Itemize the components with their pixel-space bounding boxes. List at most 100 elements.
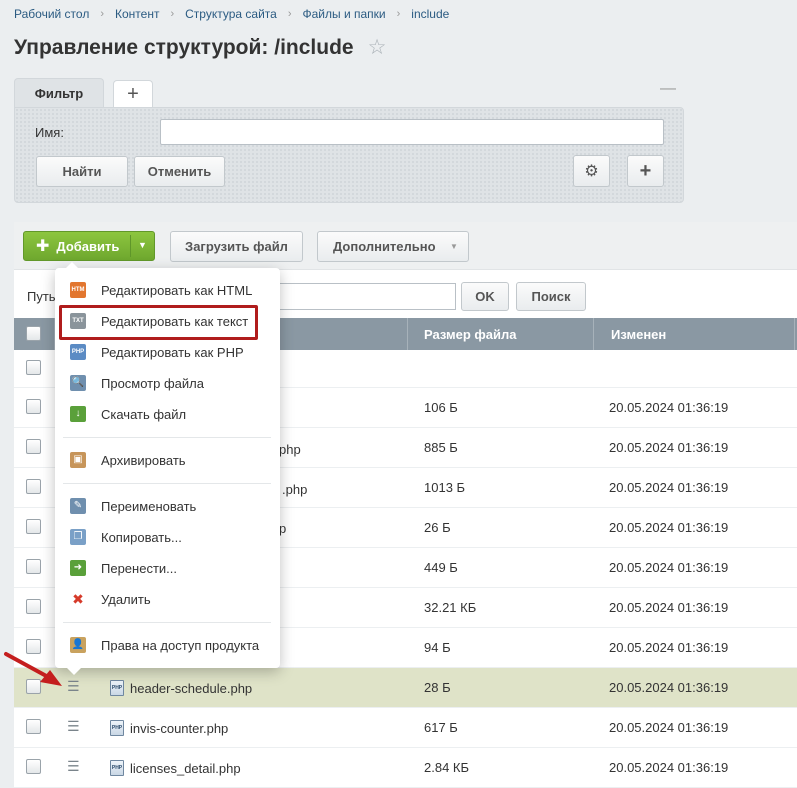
- php-file-icon: PHP: [70, 344, 86, 360]
- hamburger-menu-icon[interactable]: ☰: [67, 758, 80, 775]
- breadcrumb: Рабочий стол › Контент › Структура сайта…: [14, 7, 449, 21]
- breadcrumb-item-site-structure[interactable]: Структура сайта: [185, 7, 277, 21]
- breadcrumb-item-desktop[interactable]: Рабочий стол: [14, 7, 89, 21]
- file-size: 617 Б: [424, 720, 458, 735]
- star-icon[interactable]: ☆: [368, 35, 387, 60]
- select-all-checkbox[interactable]: [26, 326, 41, 341]
- menu-item-label: Скачать файл: [101, 406, 187, 422]
- file-name[interactable]: .php: [282, 482, 307, 497]
- path-input[interactable]: [268, 283, 456, 310]
- add-field-icon[interactable]: +: [627, 155, 664, 187]
- menu-item-label: Редактировать как HTML: [101, 282, 253, 298]
- file-name[interactable]: header-schedule.php: [130, 681, 252, 696]
- menu-divider: [63, 483, 271, 484]
- column-size[interactable]: Размер файла: [424, 318, 517, 350]
- file-size: 26 Б: [424, 520, 451, 535]
- breadcrumb-separator-icon: ›: [170, 8, 175, 20]
- add-button-label: Добавить: [56, 238, 120, 254]
- search-button[interactable]: Поиск: [516, 282, 586, 311]
- menu-item-access-rights[interactable]: 👤 Права на доступ продукта: [55, 632, 280, 658]
- file-date: 20.05.2024 01:36:19: [609, 720, 729, 735]
- chevron-down-icon[interactable]: ▼: [138, 240, 147, 250]
- row-checkbox[interactable]: [26, 599, 41, 614]
- menu-item-edit-php[interactable]: PHP Редактировать как PHP: [55, 339, 280, 365]
- php-file-icon: PHP: [110, 760, 124, 776]
- row-checkbox[interactable]: [26, 439, 41, 454]
- row-checkbox[interactable]: [26, 399, 41, 414]
- menu-item-copy[interactable]: ❐ Копировать...: [55, 524, 280, 550]
- menu-item-archive[interactable]: ▣ Архивировать: [55, 447, 280, 473]
- file-date: 20.05.2024 01:36:19: [609, 400, 729, 415]
- copy-icon: ❐: [70, 529, 86, 545]
- file-name[interactable]: php: [279, 442, 301, 457]
- file-name[interactable]: licenses_detail.php: [130, 761, 241, 776]
- file-name[interactable]: p: [279, 521, 286, 536]
- menu-item-rename[interactable]: ✎ Переименовать: [55, 493, 280, 519]
- minimize-icon[interactable]: —: [660, 80, 676, 98]
- more-button[interactable]: Дополнительно ▼: [317, 231, 469, 262]
- file-date: 20.05.2024 01:36:19: [609, 560, 729, 575]
- column-separator: [794, 318, 795, 350]
- row-checkbox[interactable]: [26, 719, 41, 734]
- add-filter-tab-icon[interactable]: +: [113, 80, 153, 108]
- breadcrumb-item-files[interactable]: Файлы и папки: [302, 7, 385, 21]
- gear-icon[interactable]: ⚙: [573, 155, 610, 187]
- path-label: Путь: [27, 289, 56, 304]
- name-filter-input[interactable]: [160, 119, 664, 145]
- tab-filter[interactable]: Фильтр: [14, 78, 104, 108]
- delete-icon: ✖: [72, 591, 84, 607]
- find-button[interactable]: Найти: [36, 156, 128, 187]
- row-checkbox[interactable]: [26, 479, 41, 494]
- row-checkbox[interactable]: [26, 360, 41, 375]
- file-size: 449 Б: [424, 560, 458, 575]
- split-divider: [130, 235, 131, 257]
- menu-item-label: Копировать...: [101, 529, 182, 545]
- breadcrumb-separator-icon: ›: [396, 8, 401, 20]
- table-row[interactable]: ☰ PHP invis-counter.php 617 Б 20.05.2024…: [14, 708, 797, 748]
- breadcrumb-item-include[interactable]: include: [411, 7, 449, 21]
- add-button[interactable]: ✚ Добавить ▼: [23, 231, 155, 261]
- column-modified[interactable]: Изменен: [611, 318, 666, 350]
- row-checkbox[interactable]: [26, 559, 41, 574]
- filter-tabs: Фильтр +: [14, 78, 153, 108]
- breadcrumb-item-content[interactable]: Контент: [115, 7, 159, 21]
- menu-item-edit-html[interactable]: HTM Редактировать как HTML: [55, 277, 280, 303]
- file-size: 32.21 КБ: [424, 600, 477, 615]
- file-date: 20.05.2024 01:36:19: [609, 680, 729, 695]
- menu-item-view-file[interactable]: 🔍 Просмотр файла: [55, 370, 280, 396]
- plus-icon: ✚: [36, 238, 50, 255]
- table-row[interactable]: ☰ PHP licenses_detail.php 2.84 КБ 20.05.…: [14, 748, 797, 788]
- file-size: 2.84 КБ: [424, 760, 470, 775]
- file-size: 1013 Б: [424, 480, 466, 495]
- menu-item-download[interactable]: ↓ Скачать файл: [55, 401, 280, 427]
- php-file-icon: PHP: [110, 720, 124, 736]
- more-button-label: Дополнительно: [333, 239, 436, 254]
- cancel-button[interactable]: Отменить: [134, 156, 225, 187]
- annotation-arrow-icon: [4, 652, 62, 686]
- row-checkbox[interactable]: [26, 519, 41, 534]
- menu-item-label: Редактировать как PHP: [101, 344, 244, 360]
- menu-item-label: Удалить: [101, 591, 151, 607]
- file-size: 106 Б: [424, 400, 458, 415]
- ok-button[interactable]: OK: [461, 282, 509, 311]
- filter-panel: Имя: Найти Отменить ⚙ +: [14, 107, 684, 203]
- menu-item-delete[interactable]: ✖ Удалить: [55, 586, 280, 612]
- file-date: 20.05.2024 01:36:19: [609, 600, 729, 615]
- file-size: 94 Б: [424, 640, 451, 655]
- upload-file-button[interactable]: Загрузить файл: [170, 231, 303, 262]
- column-separator: [593, 318, 594, 350]
- hamburger-menu-icon[interactable]: ☰: [67, 718, 80, 735]
- annotation-highlight-box: [59, 305, 258, 340]
- archive-icon: ▣: [70, 452, 86, 468]
- file-name[interactable]: invis-counter.php: [130, 721, 228, 736]
- file-date: 20.05.2024 01:36:19: [609, 440, 729, 455]
- menu-item-move[interactable]: ➜ Перенести...: [55, 555, 280, 581]
- menu-item-label: Архивировать: [101, 452, 186, 468]
- move-icon: ➜: [70, 560, 86, 576]
- menu-item-label: Просмотр файла: [101, 375, 204, 391]
- table-row-selected[interactable]: ☰ PHP header-schedule.php 28 Б 20.05.202…: [14, 668, 797, 708]
- download-icon: ↓: [70, 406, 86, 422]
- row-checkbox[interactable]: [26, 759, 41, 774]
- menu-item-label: Перенести...: [101, 560, 177, 576]
- view-file-icon: 🔍: [70, 375, 86, 391]
